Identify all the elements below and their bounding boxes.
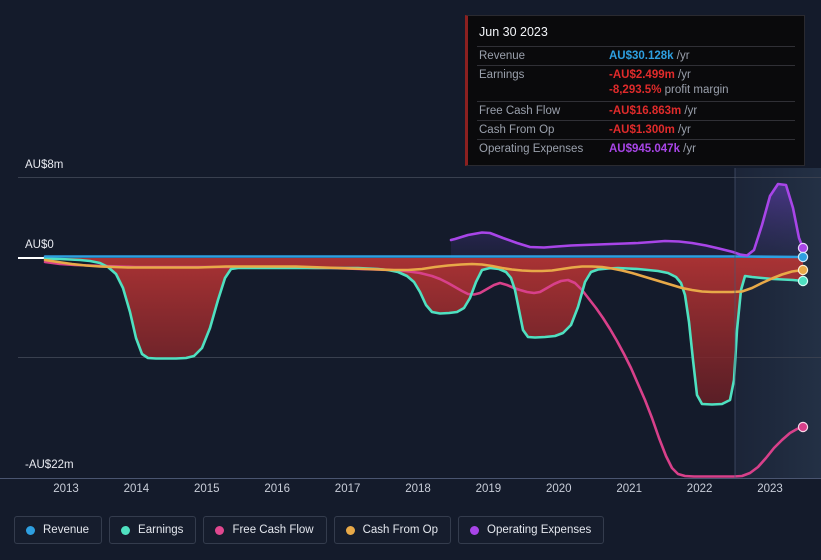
legend-item-operating-expenses[interactable]: Operating Expenses: [458, 516, 605, 544]
legend-item-label: Earnings: [138, 524, 184, 536]
legend-item-earnings[interactable]: Earnings: [109, 516, 197, 544]
endpoint-free-cash-flow: [797, 421, 809, 433]
legend-color-dot-icon: [215, 525, 225, 535]
x-axis-tick: 2018: [405, 483, 431, 495]
legend-item-label: Cash From Op: [362, 524, 439, 536]
legend-item-label: Free Cash Flow: [232, 524, 314, 536]
x-axis: 2013 2014 2015 2016 2017 2018 2019 2020 2021 2022…: [0, 483, 821, 505]
tooltip-row: Operating Expenses AU$945.047k /yr: [477, 139, 795, 158]
tooltip-row-value: AU$30.128k /yr: [609, 50, 690, 62]
tooltip-row: Cash From Op -AU$1.300m /yr: [477, 120, 795, 139]
financial-chart-widget: AU$8m AU$0 -AU$22m 2013 2014 2015 2016 2017 2…: [0, 0, 821, 560]
x-axis-tick: 2023: [757, 483, 783, 495]
tooltip-row-value: -AU$2.499m /yr: [609, 69, 691, 81]
legend-item-label: Operating Expenses: [487, 524, 592, 536]
tooltip-row-value: -AU$16.863m /yr: [609, 105, 698, 117]
legend-color-dot-icon: [26, 525, 35, 535]
tooltip-date: Jun 30 2023: [479, 25, 548, 39]
revenue-line: [43, 255, 805, 259]
legend-item-free-cash-flow[interactable]: Free Cash Flow: [203, 516, 327, 544]
legend-item-revenue[interactable]: Revenue: [14, 516, 103, 544]
x-axis-tick: 2019: [475, 483, 502, 495]
legend-color-dot-icon: [345, 525, 355, 535]
y-axis-label-top: AU$8m: [21, 159, 69, 171]
tooltip-row-label: Cash From Op: [479, 124, 555, 136]
endpoint-revenue: [797, 251, 809, 263]
chart-tooltip: Jun 30 2023 Revenue AU$30.128k /yr Earning…: [465, 15, 805, 166]
tooltip-row-value: -8,293.5% profit margin: [609, 84, 729, 96]
x-axis-tick: 2021: [616, 483, 642, 495]
legend-item-cash-from-op[interactable]: Cash From Op: [333, 516, 452, 544]
legend-color-dot-icon: [470, 525, 480, 535]
chart-legend: Revenue Earnings Free Cash Flow Cash From O…: [14, 516, 605, 544]
tooltip-rows: Revenue AU$30.128k /yr Earnings -AU$2.499m …: [477, 46, 795, 158]
x-axis-tick: 2017: [334, 483, 361, 495]
legend-item-label: Revenue: [43, 524, 90, 536]
x-axis-tick: 2014: [123, 483, 150, 495]
x-axis-tick: 2020: [546, 483, 572, 495]
y-axis-label-bottom: -AU$22m: [21, 459, 79, 471]
endpoint-earnings: [797, 275, 809, 287]
y-axis-label-zero: AU$0: [21, 239, 59, 251]
x-axis-tick: 2022: [686, 483, 713, 495]
tooltip-row: Revenue AU$30.128k /yr: [477, 46, 795, 65]
tooltip-row-value: AU$945.047k /yr: [609, 143, 696, 155]
x-axis-tick: 2015: [194, 483, 220, 495]
legend-color-dot-icon: [121, 525, 131, 535]
x-axis-tick: 2016: [264, 483, 290, 495]
tooltip-row-label: Earnings: [479, 69, 525, 81]
endpoint-cash-from-op: [797, 264, 809, 276]
tooltip-row: -8,293.5% profit margin: [477, 84, 795, 101]
tooltip-row-value: -AU$1.300m /yr: [609, 124, 691, 136]
tooltip-row: Free Cash Flow -AU$16.863m /yr: [477, 101, 795, 120]
x-axis-tick: 2013: [53, 483, 79, 495]
endpoint-operating-expenses: [797, 242, 809, 254]
tooltip-row-label: Free Cash Flow: [479, 105, 561, 117]
tooltip-row: Earnings -AU$2.499m /yr: [477, 65, 795, 84]
tooltip-row-label: Operating Expenses: [479, 143, 584, 155]
tooltip-row-label: Revenue: [479, 50, 526, 62]
